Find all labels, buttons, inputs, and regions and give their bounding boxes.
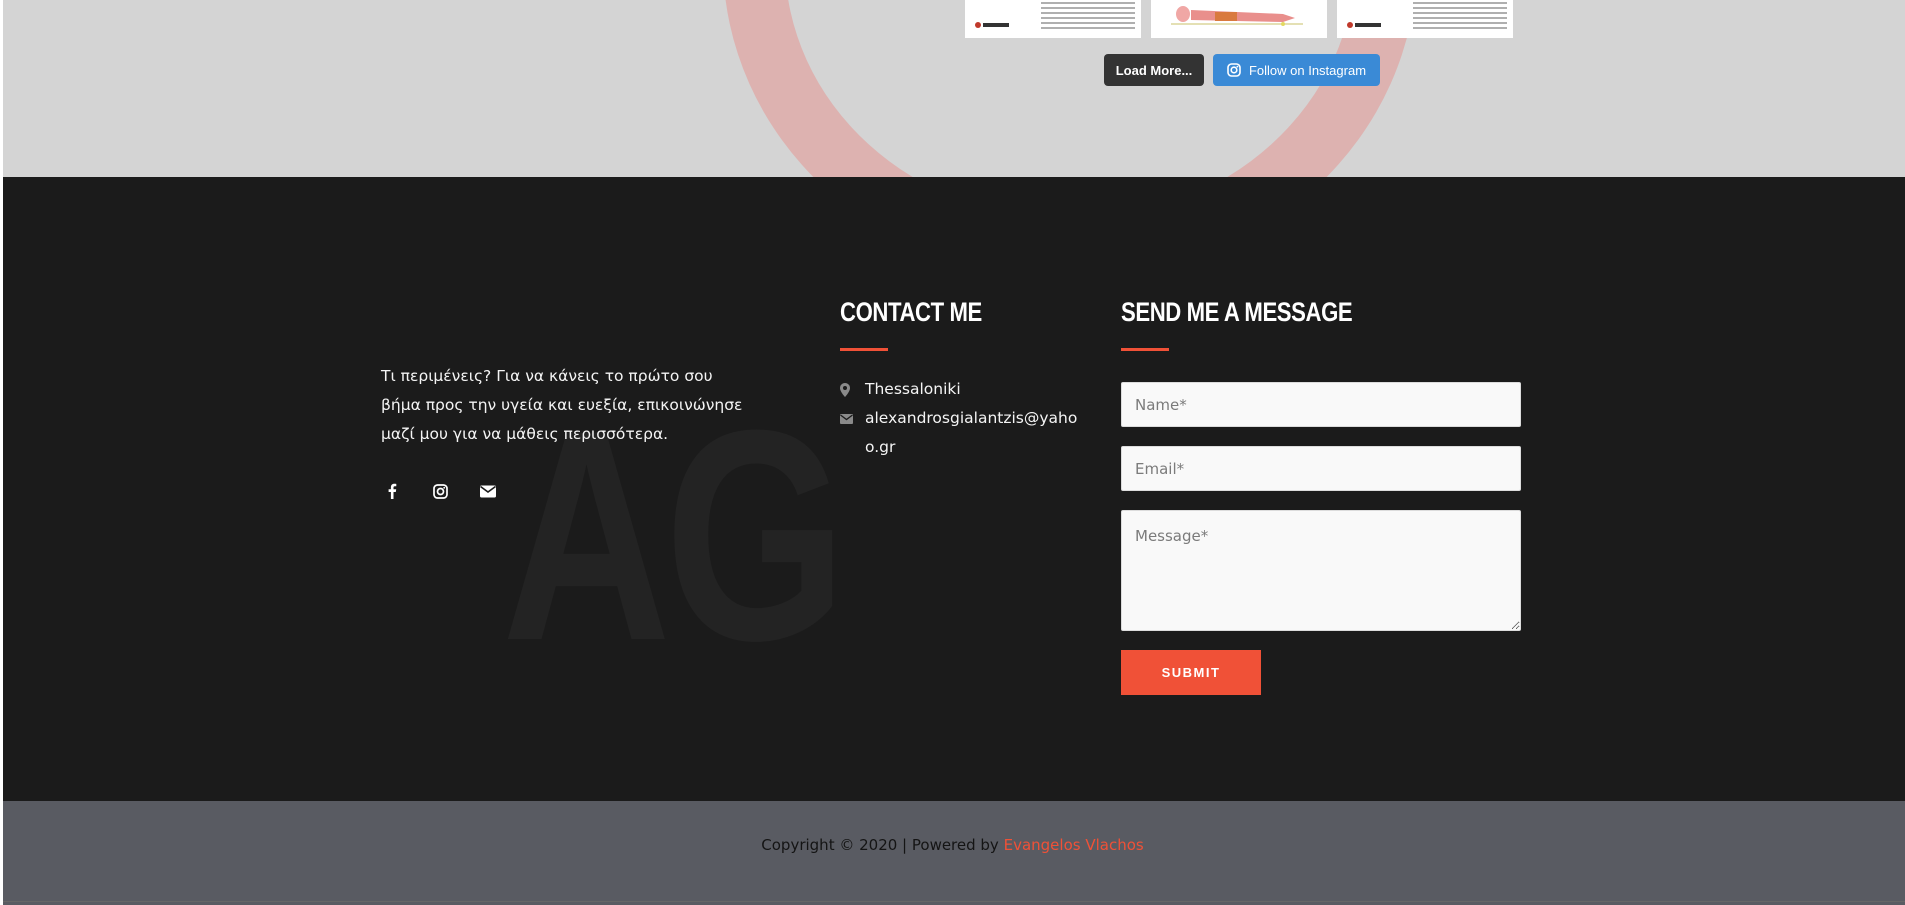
title-underline bbox=[840, 348, 888, 351]
contact-list: Thessaloniki alexandrosgialantzis@yahoo.… bbox=[840, 375, 1085, 462]
envelope-icon[interactable] bbox=[480, 482, 496, 500]
copyright-label: Copyright © 2020 | Powered by bbox=[761, 836, 999, 854]
footer bbox=[3, 177, 1905, 801]
map-marker-icon bbox=[840, 375, 865, 404]
instagram-post-thumbnail[interactable] bbox=[1151, 0, 1327, 38]
follow-on-instagram-button[interactable]: Follow on Instagram bbox=[1213, 54, 1380, 86]
instagram-post-thumbnail[interactable] bbox=[965, 0, 1141, 38]
instagram-post-thumbnail[interactable] bbox=[1337, 0, 1513, 38]
brand-logo-icon bbox=[1347, 20, 1383, 30]
author-link[interactable]: Evangelos Vlachos bbox=[1004, 836, 1144, 854]
instagram-feed-section: Load More... Follow on Instagram bbox=[3, 0, 1905, 177]
about-text: Τι περιμένεις? Για να κάνεις το πρώτο σο… bbox=[381, 367, 743, 443]
instagram-icon[interactable] bbox=[432, 482, 448, 500]
exercise-figure-icon bbox=[1163, 4, 1313, 28]
envelope-icon bbox=[840, 404, 865, 433]
divider bbox=[3, 901, 1905, 902]
contact-location: Thessaloniki bbox=[840, 375, 1085, 404]
page-edge bbox=[0, 0, 3, 905]
social-links bbox=[384, 482, 496, 500]
location-text: Thessaloniki bbox=[865, 380, 961, 398]
contact-email: alexandrosgialantzis@yahoo.gr bbox=[840, 404, 1085, 462]
load-more-button[interactable]: Load More... bbox=[1104, 54, 1204, 86]
email-field[interactable] bbox=[1121, 446, 1521, 491]
instagram-icon bbox=[1227, 63, 1241, 77]
submit-button[interactable]: SUBMIT bbox=[1121, 650, 1261, 695]
message-form-title: Send Me A Message bbox=[1121, 297, 1353, 327]
email-text[interactable]: alexandrosgialantzis@yahoo.gr bbox=[865, 404, 1080, 462]
follow-button-label: Follow on Instagram bbox=[1248, 62, 1367, 78]
contact-title: Contact Me bbox=[840, 297, 982, 327]
facebook-icon[interactable] bbox=[384, 482, 400, 500]
title-underline bbox=[1121, 348, 1169, 351]
brand-logo-icon bbox=[975, 20, 1011, 30]
message-field[interactable] bbox=[1121, 510, 1521, 631]
copyright-text: Copyright © 2020 | Powered by Evangelos … bbox=[0, 836, 1905, 854]
name-field[interactable] bbox=[1121, 382, 1521, 427]
